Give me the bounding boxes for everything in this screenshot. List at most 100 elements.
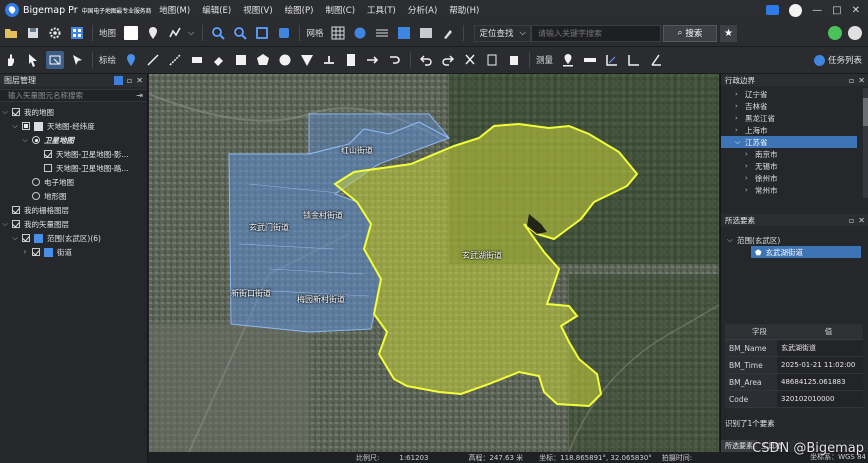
grid-block-icon[interactable] (395, 24, 413, 42)
collapse-icon[interactable]: ⇥ (136, 91, 143, 100)
pointer-tool-icon[interactable] (68, 51, 86, 69)
layer-search-input[interactable]: 输入矢量图元名称搜索 ⇥ (0, 89, 147, 102)
polyline-icon[interactable] (144, 51, 162, 69)
globe-grid-icon[interactable] (351, 24, 369, 42)
pentagon-icon[interactable] (254, 51, 272, 69)
measure-point-icon[interactable] (559, 51, 577, 69)
close-icon[interactable]: ✕ (858, 76, 865, 85)
menu-tools[interactable]: 工具(T) (361, 4, 402, 16)
pan-hand-icon[interactable] (2, 51, 20, 69)
route-icon[interactable] (166, 24, 184, 42)
circle-icon[interactable] (276, 51, 294, 69)
selected-group[interactable]: ⌵ 范围(玄武区) (721, 234, 868, 246)
save-icon[interactable] (24, 24, 42, 42)
table-row[interactable]: BM_Time 2025-01-21 11:02:00 (725, 357, 863, 374)
float-icon[interactable]: ▫ (127, 76, 132, 85)
measure-distance-icon[interactable] (581, 51, 599, 69)
radio[interactable] (32, 136, 40, 144)
city-item[interactable]: › 徐州市 (721, 172, 868, 184)
tree-node-tiandi[interactable]: ⌵ 天地图-经纬度 (0, 119, 147, 133)
favorite-star-icon[interactable]: ★ (719, 24, 737, 42)
checkbox[interactable] (22, 234, 30, 242)
user-icon[interactable] (848, 26, 862, 40)
eraser-icon[interactable] (210, 51, 228, 69)
delete-icon[interactable] (505, 51, 523, 69)
province-item-selected[interactable]: ⌵ 江苏省 (721, 136, 857, 148)
menu-draw[interactable]: 绘图(P) (279, 4, 320, 16)
chevron-down-icon[interactable]: ⌵ (188, 28, 194, 38)
zoom-out-icon[interactable] (231, 24, 249, 42)
search-mode-select[interactable]: 定位查找 ⌵ (474, 24, 531, 42)
tree-node-street[interactable]: › 街道 (0, 245, 147, 259)
checkbox[interactable] (44, 150, 52, 158)
avatar[interactable] (789, 3, 803, 17)
cut-icon[interactable] (461, 51, 479, 69)
tree-node-range[interactable]: ⌵ 范围(玄武区)(6) (0, 231, 147, 245)
radio[interactable] (32, 192, 40, 200)
measure-area-icon[interactable] (603, 51, 621, 69)
selected-item[interactable]: ⬟ 玄武湖街道 (751, 246, 861, 258)
layers-grid-icon[interactable] (68, 24, 86, 42)
dock-icon[interactable] (113, 76, 123, 85)
close-icon[interactable]: ✕ (136, 76, 143, 85)
tree-node-sat-image[interactable]: 天地图-卫星地图-影... (0, 147, 147, 161)
redo-icon[interactable] (439, 51, 457, 69)
search-input[interactable] (530, 24, 661, 42)
square-icon[interactable] (232, 51, 250, 69)
province-item[interactable]: › 辽宁省 (721, 88, 868, 100)
close-icon[interactable]: ✕ (852, 5, 860, 16)
checkbox[interactable] (12, 108, 20, 116)
checkbox[interactable] (22, 122, 30, 130)
freehand-icon[interactable] (166, 51, 184, 69)
open-folder-icon[interactable] (2, 24, 20, 42)
table-row[interactable]: BM_Area 48684125.061883 (725, 374, 863, 391)
undo-icon[interactable] (417, 51, 435, 69)
checkbox[interactable] (44, 164, 52, 172)
grid-lines-icon[interactable] (373, 24, 391, 42)
basemap-swatch[interactable] (124, 26, 139, 40)
province-item[interactable]: › 吉林省 (721, 100, 868, 112)
float-icon[interactable]: ▫ (849, 216, 854, 225)
province-item[interactable]: › 黑龙江省 (721, 112, 868, 124)
clear-brush-icon[interactable] (439, 24, 457, 42)
menu-cartography[interactable]: 制图(C) (319, 4, 361, 16)
grid-panel-icon[interactable] (417, 24, 435, 42)
city-item[interactable]: › 常州市 (721, 184, 868, 196)
radio[interactable] (32, 178, 40, 186)
curve-arrow-icon[interactable] (386, 51, 404, 69)
measure-height-icon[interactable] (625, 51, 643, 69)
sync-icon[interactable] (828, 26, 842, 40)
refresh-icon[interactable] (275, 24, 293, 42)
identify-icon[interactable] (46, 51, 64, 69)
message-icon[interactable] (766, 5, 780, 15)
tree-node-sat-road[interactable]: 天地图-卫星地图-路... (0, 161, 147, 175)
tree-node-my-map[interactable]: ⌵ 我的地图 (0, 105, 147, 119)
tree-node-raster[interactable]: 我的栅格图层 (0, 203, 147, 217)
pin-icon[interactable] (144, 24, 162, 42)
select-arrow-icon[interactable] (24, 51, 42, 69)
menu-edit[interactable]: 编辑(E) (196, 4, 237, 16)
province-item[interactable]: › 上海市 (721, 124, 868, 136)
search-button[interactable]: ⌕ 搜索 (662, 24, 717, 42)
scale-value[interactable]: 1:61203 (399, 454, 428, 462)
grid-icon[interactable] (329, 24, 347, 42)
city-item[interactable]: › 南京市 (721, 148, 868, 160)
arrow-right-icon[interactable] (364, 51, 382, 69)
doc-icon[interactable] (342, 51, 360, 69)
scrollbar-thumb[interactable] (863, 98, 868, 126)
tree-node-electronic[interactable]: 电子地图 (0, 175, 147, 189)
minimize-icon[interactable]: — (812, 5, 822, 16)
menu-view[interactable]: 视图(V) (237, 4, 278, 16)
scrollbar[interactable] (863, 88, 868, 198)
settings-icon[interactable] (46, 24, 64, 42)
tree-node-terrain[interactable]: 地形图 (0, 189, 147, 203)
map-canvas[interactable]: 红山街道 玄武门街道 锁金村街道 玄武湖街道 新街口街道 梅园新村街道 (149, 74, 719, 452)
tree-node-vector[interactable]: ⌵ 我的矢量图层 (0, 217, 147, 231)
checkbox[interactable] (12, 220, 20, 228)
menu-map[interactable]: 地图(M) (153, 4, 196, 16)
checkbox[interactable] (32, 248, 40, 256)
city-item[interactable]: › 无锡市 (721, 160, 868, 172)
marker-icon[interactable] (122, 51, 140, 69)
copy-icon[interactable] (483, 51, 501, 69)
tree-node-satellite[interactable]: ⌵ 卫星地图 (0, 133, 147, 147)
